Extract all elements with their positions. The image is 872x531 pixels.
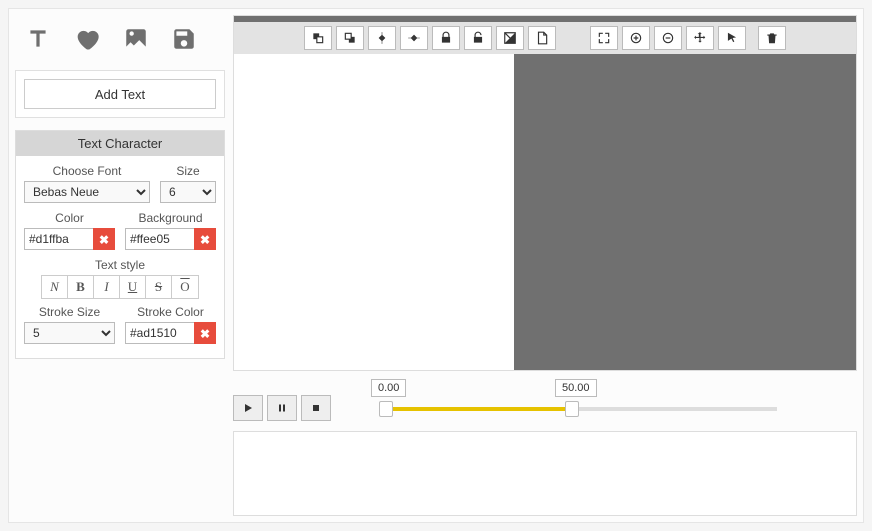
pause-button[interactable] (267, 395, 297, 421)
overline-style-button[interactable]: O (172, 276, 198, 298)
bold-style-button[interactable]: B (68, 276, 94, 298)
bottom-panel (233, 431, 857, 516)
italic-style-button[interactable]: I (94, 276, 120, 298)
canvas-toolbar (234, 22, 856, 54)
background-label: Background (125, 211, 216, 225)
timeline-start-marker: 0.00 (371, 379, 406, 397)
contrast-button[interactable] (496, 26, 524, 50)
image-icon[interactable] (123, 26, 149, 55)
add-text-button[interactable]: Add Text (24, 79, 216, 109)
size-label: Size (160, 164, 216, 178)
text-style-group: N B I U S O (41, 275, 199, 299)
main-area: 0.00 50.00 (233, 15, 857, 516)
color-input[interactable] (24, 228, 93, 250)
unlock-button[interactable] (464, 26, 492, 50)
play-button[interactable] (233, 395, 263, 421)
background-input[interactable] (125, 228, 194, 250)
flip-horizontal-button[interactable] (368, 26, 396, 50)
panel-title: Text Character (16, 131, 224, 156)
clear-background-button[interactable]: ✖ (194, 228, 216, 250)
clear-color-button[interactable]: ✖ (93, 228, 115, 250)
zoom-in-button[interactable] (622, 26, 650, 50)
timeline-handle-end[interactable] (565, 401, 579, 417)
app-root: Add Text Text Character Choose Font Beba… (8, 8, 864, 523)
zoom-out-button[interactable] (654, 26, 682, 50)
sidebar-tool-icons (15, 15, 225, 70)
normal-style-button[interactable]: N (42, 276, 68, 298)
strikethrough-style-button[interactable]: S (146, 276, 172, 298)
bring-front-button[interactable] (304, 26, 332, 50)
text-tool-icon[interactable] (25, 26, 51, 55)
text-style-label: Text style (24, 258, 216, 272)
save-icon[interactable] (171, 26, 197, 55)
timeline-fill (383, 407, 572, 411)
font-label: Choose Font (24, 164, 150, 178)
sidebar: Add Text Text Character Choose Font Beba… (15, 15, 225, 516)
delete-button[interactable] (758, 26, 786, 50)
timeline-end-marker: 50.00 (555, 379, 597, 397)
fullscreen-button[interactable] (590, 26, 618, 50)
stroke-color-label: Stroke Color (125, 305, 216, 319)
lock-button[interactable] (432, 26, 460, 50)
underline-style-button[interactable]: U (120, 276, 146, 298)
size-select[interactable]: 6 (160, 181, 216, 203)
timeline-track[interactable] (383, 407, 777, 411)
stroke-size-label: Stroke Size (24, 305, 115, 319)
add-text-panel: Add Text (15, 70, 225, 118)
flip-vertical-button[interactable] (400, 26, 428, 50)
move-button[interactable] (686, 26, 714, 50)
font-select[interactable]: Bebas Neue (24, 181, 150, 203)
pointer-button[interactable] (718, 26, 746, 50)
canvas-page[interactable] (234, 54, 514, 370)
text-character-panel: Text Character Choose Font Bebas Neue Si… (15, 130, 225, 359)
send-back-button[interactable] (336, 26, 364, 50)
stroke-size-select[interactable]: 5 (24, 322, 115, 344)
stop-button[interactable] (301, 395, 331, 421)
clear-stroke-color-button[interactable]: ✖ (194, 322, 216, 344)
canvas-area (233, 15, 857, 371)
color-label: Color (24, 211, 115, 225)
timeline: 0.00 50.00 (233, 377, 857, 425)
stroke-color-input[interactable] (125, 322, 194, 344)
heart-icon[interactable] (73, 25, 101, 56)
page-button[interactable] (528, 26, 556, 50)
timeline-handle-start[interactable] (379, 401, 393, 417)
